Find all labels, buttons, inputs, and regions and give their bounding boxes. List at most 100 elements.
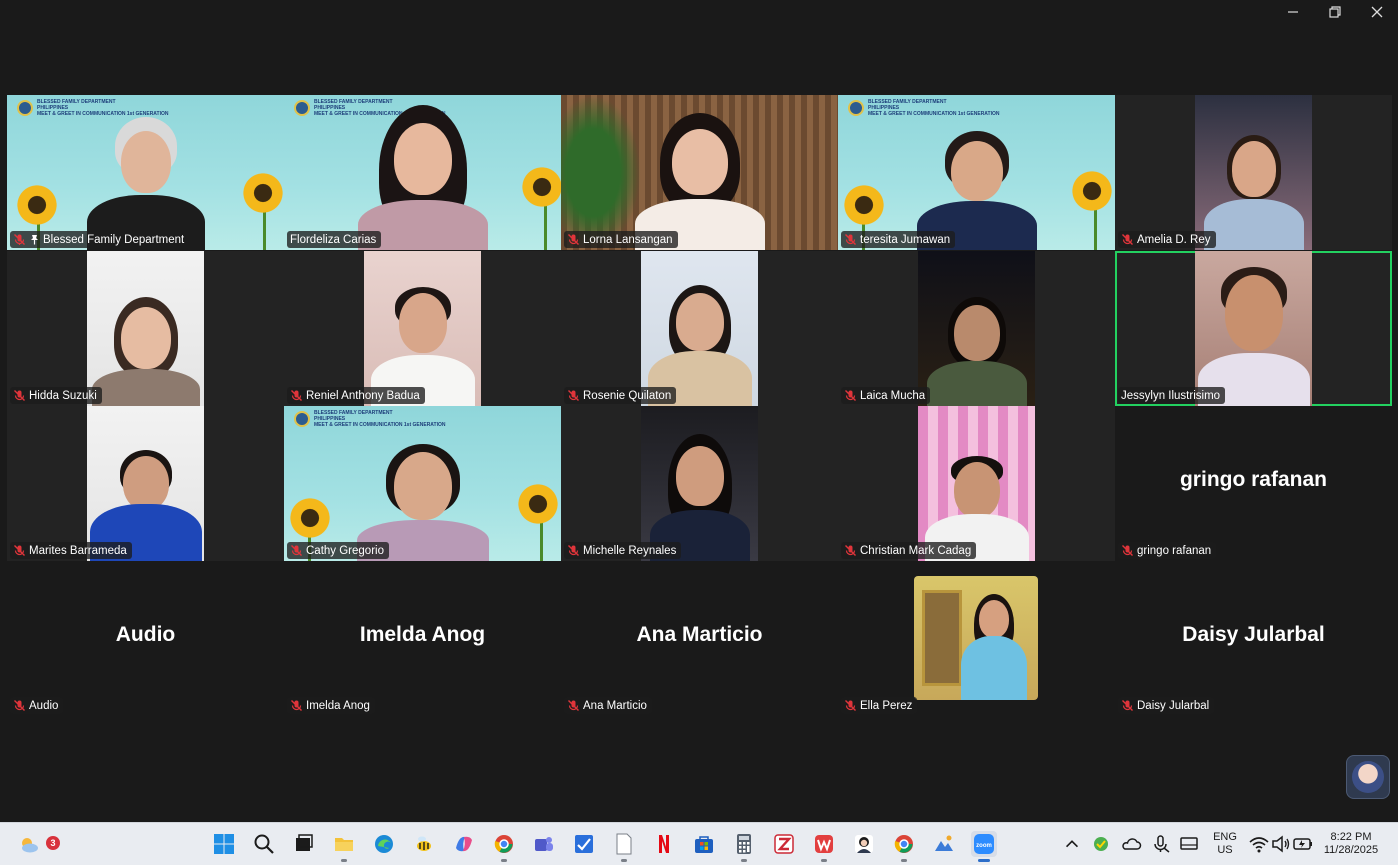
- participant-name: Ana Marticio: [583, 699, 647, 712]
- minimize-icon: [1288, 11, 1298, 13]
- sunflower-decoration: [15, 183, 59, 227]
- todo-icon: [575, 835, 593, 853]
- taskbar-app-chrome[interactable]: [491, 831, 517, 862]
- start-button[interactable]: [211, 831, 237, 857]
- input-language-indicator[interactable]: ENG US: [1210, 831, 1240, 857]
- participant-name-tag: Imelda Anog: [287, 697, 375, 714]
- restore-button[interactable]: [1314, 0, 1356, 24]
- volume-button[interactable]: [1270, 831, 1292, 857]
- svg-text:zoom: zoom: [976, 843, 992, 849]
- bee-icon: [417, 836, 431, 851]
- participant-name: Imelda Anog: [306, 699, 370, 712]
- video-tile[interactable]: BLESSED FAMILY DEPARTMENT PHILIPPINES ME…: [284, 406, 561, 561]
- microphone-in-use-button[interactable]: [1150, 831, 1172, 857]
- video-tile[interactable]: Imelda Anog Imelda Anog: [284, 561, 561, 716]
- netflix-icon: [659, 835, 669, 853]
- tray-display-button[interactable]: [1178, 831, 1200, 857]
- video-tile[interactable]: Hidda Suzuki: [7, 251, 284, 406]
- video-tile[interactable]: BLESSED FAMILY DEPARTMENT PHILIPPINES ME…: [838, 95, 1115, 250]
- participant-name-tag: Ella Perez: [841, 697, 918, 714]
- video-tile[interactable]: Daisy Jularbal Daisy Jularbal: [1115, 561, 1392, 716]
- tray-app-icon[interactable]: [1090, 831, 1112, 857]
- video-tile[interactable]: gringo rafanan gringo rafanan: [1115, 406, 1392, 561]
- sunflower-decoration: [516, 482, 560, 526]
- taskbar-app-chrome-profile[interactable]: [891, 831, 917, 862]
- edge-icon: [375, 835, 393, 853]
- mic-muted-icon: [567, 699, 580, 712]
- taskbar-app-netflix[interactable]: [651, 831, 677, 857]
- avatar-icon: [1352, 761, 1384, 793]
- participant-name: Blessed Family Department: [43, 233, 185, 246]
- taskbar-app-teams[interactable]: [531, 831, 557, 857]
- weather-widget[interactable]: 3: [16, 831, 60, 857]
- mic-muted-icon: [844, 699, 857, 712]
- participant-name: Reniel Anthony Badua: [306, 389, 420, 402]
- mic-muted-icon: [567, 544, 580, 557]
- taskbar-app-file-explorer[interactable]: [331, 831, 357, 862]
- onedrive-button[interactable]: [1120, 831, 1142, 857]
- zotero-icon: [774, 834, 794, 854]
- video-tile[interactable]: BLESSED FAMILY DEPARTMENT PHILIPPINES ME…: [7, 95, 284, 250]
- video-tile[interactable]: Reniel Anthony Badua: [284, 251, 561, 406]
- clock-button[interactable]: 8:22 PM 11/28/2025: [1320, 831, 1382, 857]
- mic-muted-icon: [290, 389, 303, 402]
- participant-name-tag: Blessed Family Department: [10, 231, 190, 248]
- taskbar-app-todo[interactable]: [571, 831, 597, 857]
- task-view-button[interactable]: [291, 831, 317, 857]
- video-tile[interactable]: Amelia D. Rey: [1115, 95, 1392, 250]
- wifi-button[interactable]: [1248, 831, 1270, 857]
- taskbar-app-zotero[interactable]: [771, 831, 797, 857]
- video-tile[interactable]: Christian Mark Cadag: [838, 406, 1115, 561]
- participant-name: Ella Perez: [860, 699, 913, 712]
- participant-name: Jessylyn Ilustrisimo: [1121, 389, 1221, 402]
- battery-button[interactable]: [1292, 831, 1314, 857]
- video-tile[interactable]: Lorna Lansangan: [561, 95, 838, 250]
- minimize-button[interactable]: [1272, 0, 1314, 24]
- video-tile[interactable]: Michelle Reynales: [561, 406, 838, 561]
- participant-name: Audio: [29, 699, 59, 712]
- video-tile[interactable]: Marites Barrameda: [7, 406, 284, 561]
- participant-name: Flordeliza Carias: [290, 233, 377, 246]
- taskbar-app-avatar[interactable]: [851, 831, 877, 857]
- video-tile[interactable]: Ella Perez: [838, 561, 1115, 716]
- video-tile[interactable]: Audio Audio: [7, 561, 284, 716]
- participant-video: [641, 406, 758, 561]
- windows-taskbar: 3 zoom ENG US 8:22 PM 11/28/2025: [0, 822, 1398, 865]
- sunflower-decoration: [241, 171, 284, 215]
- participant-name-tag: Amelia D. Rey: [1118, 231, 1216, 248]
- participant-name-tag: Christian Mark Cadag: [841, 542, 977, 559]
- sunflower-decoration: [1070, 169, 1114, 213]
- zoom-icon: zoom: [974, 834, 994, 854]
- video-tile[interactable]: Rosenie Quilaton: [561, 251, 838, 406]
- store-icon: [695, 836, 713, 853]
- chrome-icon: [894, 835, 913, 853]
- taskbar-app-edge[interactable]: [371, 831, 397, 857]
- video-tile[interactable]: Ana Marticio Ana Marticio: [561, 561, 838, 716]
- video-tile[interactable]: Laica Mucha: [838, 251, 1115, 406]
- taskbar-app-wps[interactable]: [811, 831, 837, 862]
- search-button[interactable]: [251, 831, 277, 857]
- participant-display-name: Ana Marticio: [636, 623, 763, 646]
- video-tile[interactable]: BLESSED FAMILY DEPARTMENT PHILIPPINES ME…: [284, 95, 561, 250]
- gallery-row: BLESSED FAMILY DEPARTMENT PHILIPPINES ME…: [7, 95, 1392, 250]
- taskbar-app-notepad[interactable]: [611, 831, 637, 862]
- department-logo: [17, 100, 33, 116]
- mic-muted-icon: [1121, 699, 1134, 712]
- taskbar-app-store[interactable]: [691, 831, 717, 857]
- gallery-row: Audio Audio Imelda Anog Imelda Anog Ana …: [7, 561, 1392, 716]
- floating-assistant-button[interactable]: [1346, 755, 1390, 799]
- taskbar-app-copilot[interactable]: [451, 831, 477, 857]
- taskbar-app-photos[interactable]: [931, 831, 957, 857]
- show-hidden-icons-button[interactable]: [1062, 831, 1082, 857]
- taskbar-app-calculator[interactable]: [731, 831, 757, 862]
- pin-icon: [29, 234, 40, 245]
- participant-name: Cathy Gregorio: [306, 544, 384, 557]
- participant-name-tag: Daisy Jularbal: [1118, 697, 1215, 714]
- taskbar-app-bee[interactable]: [411, 831, 437, 857]
- taskbar-app-zoom[interactable]: zoom: [971, 831, 997, 862]
- participant-name: Michelle Reynales: [583, 544, 677, 557]
- close-button[interactable]: [1356, 0, 1398, 24]
- active-speaker-tile[interactable]: Jessylyn Ilustrisimo: [1115, 251, 1392, 406]
- participant-name-tag: Cathy Gregorio: [287, 542, 389, 559]
- shield-check-icon: [1094, 837, 1108, 851]
